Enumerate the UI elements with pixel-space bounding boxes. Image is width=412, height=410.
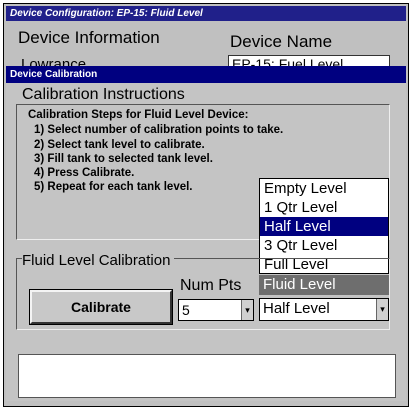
instruction-line: Calibration Steps for Fluid Level Device… bbox=[28, 109, 249, 121]
device-information-label: Device Information bbox=[18, 28, 160, 47]
calibrate-button[interactable]: Calibrate bbox=[29, 289, 173, 325]
dialog-title-bar: Device Calibration bbox=[6, 66, 406, 83]
level-item-half[interactable]: Half Level bbox=[260, 217, 388, 236]
tank-level-select-value: Half Level bbox=[263, 300, 330, 317]
instruction-line: 1) Select number of calibration points t… bbox=[34, 124, 284, 136]
tank-level-select[interactable]: Half Level ▾ bbox=[259, 298, 389, 321]
device-name-label: Device Name bbox=[230, 32, 333, 51]
level-item-1-qtr[interactable]: 1 Qtr Level bbox=[260, 198, 388, 217]
dropdown-arrow-icon[interactable]: ▾ bbox=[376, 299, 388, 320]
level-item-empty[interactable]: Empty Level bbox=[260, 179, 388, 198]
num-pts-label: Num Pts bbox=[180, 277, 242, 294]
instruction-line: 5) Repeat for each tank level. bbox=[34, 181, 193, 193]
num-pts-select[interactable]: 5 ▾ bbox=[178, 299, 254, 321]
level-item-3-qtr[interactable]: 3 Qtr Level bbox=[260, 236, 388, 255]
instruction-line: 2) Select tank level to calibrate. bbox=[34, 139, 205, 151]
status-field bbox=[18, 354, 396, 398]
num-pts-value: 5 bbox=[182, 302, 190, 318]
fluid-level-calibration-title: Fluid Level Calibration bbox=[22, 252, 175, 269]
instruction-line: 4) Press Calibrate. bbox=[34, 167, 135, 179]
dropdown-arrow-icon[interactable]: ▾ bbox=[241, 300, 253, 320]
background-window-title: Device Configuration: EP-15: Fluid Level bbox=[6, 6, 406, 21]
instruction-line: 3) Fill tank to selected tank level. bbox=[34, 153, 213, 165]
calibration-instructions-title: Calibration Instructions bbox=[22, 86, 185, 103]
